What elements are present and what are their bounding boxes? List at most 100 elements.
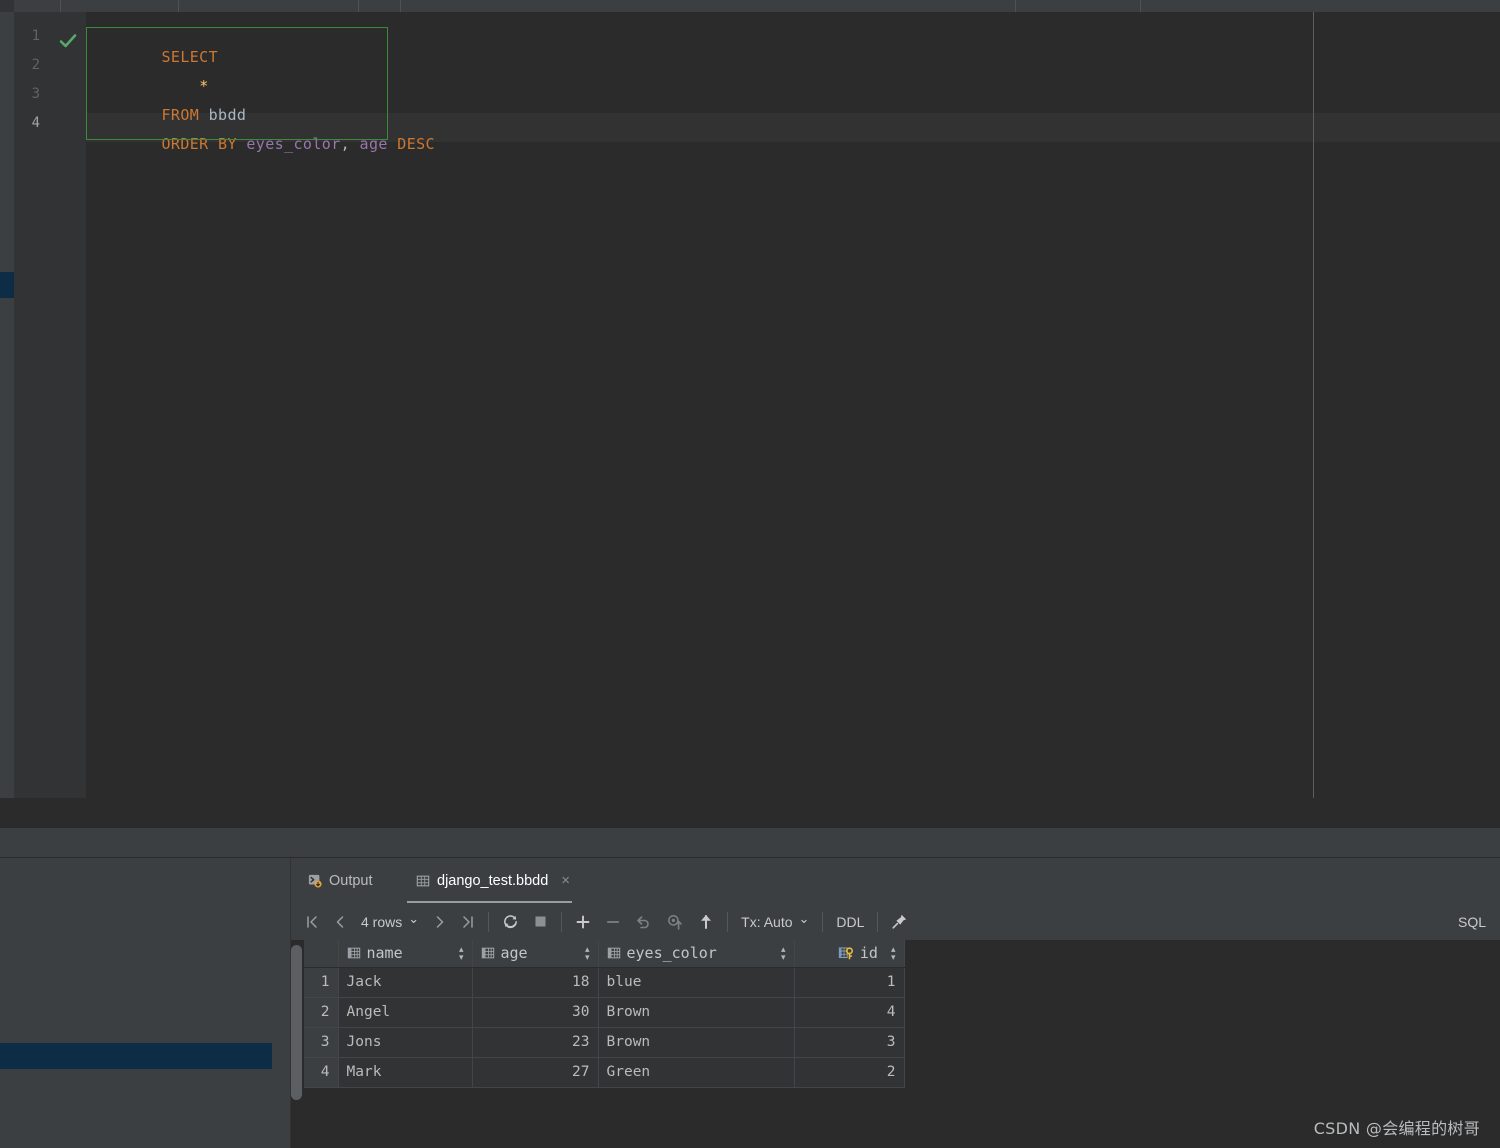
row-number: 4 [304,1057,339,1088]
sort-desc-glyph: ▾ [584,952,590,963]
upload-arrow-icon [701,915,712,929]
minus-icon [607,920,620,923]
cell-eyes-color[interactable]: Brown [598,1027,795,1058]
row-number: 3 [304,1027,339,1058]
result-table[interactable]: name ▴ ▾ age ▴ ▾ eyes_color ▴ ▾ id ▴ ▾ 1… [304,940,905,1088]
inspection-ok-check-icon[interactable] [59,32,77,50]
table-row[interactable]: 1 Jack 18 blue 1 [304,967,905,998]
line-number: 2 [31,57,40,73]
ruler-tick [1140,0,1141,12]
table-icon [416,875,430,886]
tab-label: Output [329,872,373,889]
first-page-button[interactable] [291,903,326,940]
cell-eyes-color[interactable]: blue [598,967,795,998]
grid-vertical-scrollbar[interactable] [291,945,302,1100]
revert-changes-button[interactable] [628,903,659,940]
cell-name[interactable]: Jons [338,1027,473,1058]
code-line-1[interactable]: SELECT [86,14,218,66]
sort-toggle-icon[interactable]: ▴ ▾ [890,945,896,963]
row-number-header [304,940,339,968]
cell-id[interactable]: 3 [794,1027,905,1058]
stop-button[interactable] [526,903,555,940]
cell-eyes-color[interactable]: Green [598,1057,795,1088]
transaction-mode-selector[interactable]: Tx: Auto ⌄ [734,903,816,940]
jump-to-first-icon [307,915,317,928]
reload-button[interactable] [495,903,526,940]
close-icon[interactable]: × [561,873,570,888]
cell-age[interactable]: 23 [472,1027,599,1058]
token-comma: , [340,135,360,153]
cell-age[interactable]: 30 [472,997,599,1028]
ruler-tick [400,0,401,12]
submit-changes-button[interactable] [691,903,721,940]
results-side-pane[interactable] [0,858,291,1148]
toolbar-divider [561,911,563,932]
column-label: eyes_color [626,944,717,963]
table-row[interactable]: 3 Jons 23 Brown 3 [304,1027,905,1058]
add-row-button[interactable] [568,903,598,940]
row-number: 1 [304,967,339,998]
code-line-2[interactable]: * [86,43,209,95]
line-number: 1 [31,28,40,44]
sql-label[interactable]: SQL [1458,914,1500,930]
revert-selected-icon [668,914,682,930]
cell-id[interactable]: 2 [794,1057,905,1088]
editor-gutter[interactable]: 1 2 3 4 [14,12,103,798]
tab-django-test-bbdd[interactable]: django_test.bbdd × [407,858,572,903]
results-tab-bar: Output django_test.bbdd × [291,858,1500,904]
column-header-id[interactable]: id ▴ ▾ [794,940,905,968]
table-row[interactable]: 4 Mark 27 Green 2 [304,1057,905,1088]
jump-to-last-icon [463,915,473,928]
ruler-tick [358,0,359,12]
cell-id[interactable]: 4 [794,997,905,1028]
column-label: name [366,944,403,963]
cell-name[interactable]: Jack [338,967,473,998]
cell-eyes-color[interactable]: Brown [598,997,795,1028]
pin-icon [892,914,907,929]
cell-age[interactable]: 27 [472,1057,599,1088]
sort-desc-glyph: ▾ [890,952,896,963]
delete-row-button[interactable] [598,903,628,940]
column-label: id [859,944,878,963]
token-column-ref: age [359,135,388,153]
line-number: 4 [31,115,40,131]
column-header-name[interactable]: name ▴ ▾ [338,940,473,968]
code-line-4[interactable]: ORDER BY eyes_color, age DESC [86,101,435,153]
ruler-left-corner [0,0,14,12]
code-line-3[interactable]: FROM bbdd [86,72,246,124]
next-page-button[interactable] [426,903,454,940]
right-margin-guide [1313,12,1314,828]
cell-name[interactable]: Angel [338,997,473,1028]
editor-results-splitter[interactable] [0,828,1500,857]
ruler-tick [178,0,179,12]
cell-name[interactable]: Mark [338,1057,473,1088]
sort-toggle-icon[interactable]: ▴ ▾ [781,945,786,962]
tab-label: django_test.bbdd [437,872,549,889]
ddl-button[interactable]: DDL [829,903,871,940]
revert-selected-button[interactable] [659,903,691,940]
code-text-area[interactable]: SELECT * FROM bbdd ORDER BY eyes_color, … [86,12,1500,828]
column-header-age[interactable]: age ▴ ▾ [472,940,599,968]
row-count-selector[interactable]: 4 rows ⌄ [354,903,426,940]
column-header-eyes-color[interactable]: eyes_color ▴ ▾ [598,940,795,968]
toolbar-divider [488,911,490,932]
row-count-label: 4 rows [361,913,403,930]
tab-output[interactable]: Output [299,858,406,903]
pin-tab-button[interactable] [884,903,915,940]
ide-window: 1 2 3 4 SELECT * FROM bbdd ORDER BY eyes… [0,0,1500,1148]
table-row[interactable]: 2 Angel 30 Brown 4 [304,997,905,1028]
cell-id[interactable]: 1 [794,967,905,998]
editor-bottom-padding [14,798,1500,828]
cell-age[interactable]: 18 [472,967,599,998]
sort-toggle-icon[interactable]: ▴ ▾ [584,945,590,963]
stop-square-icon [535,916,546,927]
tx-label: Tx: Auto [741,913,793,930]
plus-icon [576,915,590,928]
token-column-ref: eyes_color [246,135,341,153]
previous-page-button[interactable] [326,903,354,940]
sql-editor[interactable]: 1 2 3 4 SELECT * FROM bbdd ORDER BY eyes… [0,12,1500,828]
toolbar-divider [727,911,729,932]
sort-toggle-icon[interactable]: ▴ ▾ [459,945,464,962]
last-page-button[interactable] [454,903,482,940]
